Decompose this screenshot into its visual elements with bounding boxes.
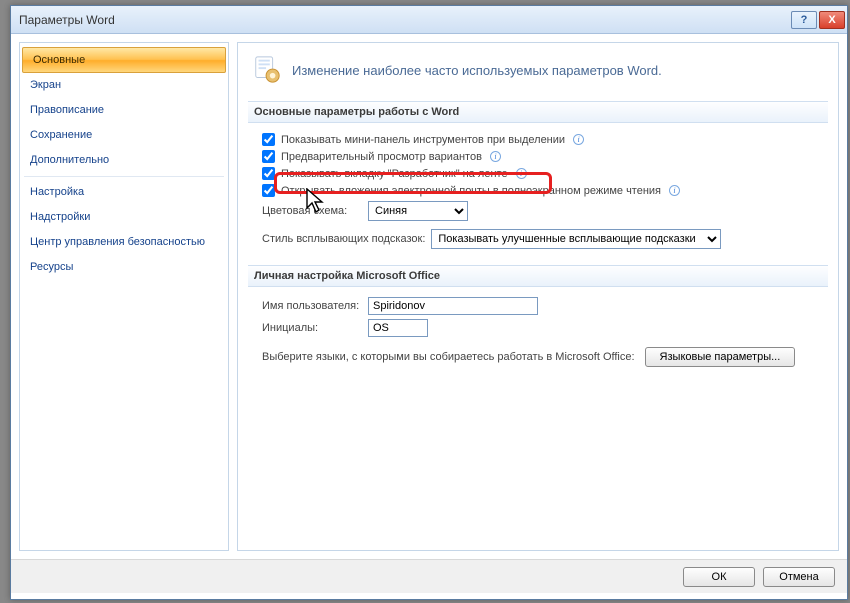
ok-button[interactable]: OК [683, 567, 755, 587]
window-buttons: ? X [791, 11, 845, 29]
sidebar: Основные Экран Правописание Сохранение Д… [19, 42, 229, 551]
checkbox-live-preview[interactable] [262, 150, 275, 163]
field-language: Выберите языки, с которыми вы собираетес… [248, 339, 828, 369]
settings-icon [252, 55, 282, 85]
window-title: Параметры Word [19, 13, 791, 27]
sidebar-item-addins[interactable]: Надстройки [20, 205, 228, 230]
field-screentips: Стиль всплывающих подсказок: Показывать … [248, 223, 828, 251]
language-settings-button[interactable]: Языковые параметры... [645, 347, 796, 367]
heading-row: Изменение наиболее часто используемых па… [248, 49, 828, 95]
select-color-scheme[interactable]: Синяя [368, 201, 468, 221]
help-button[interactable]: ? [791, 11, 817, 29]
sidebar-item-advanced[interactable]: Дополнительно [20, 148, 228, 173]
info-icon[interactable]: i [669, 185, 680, 196]
option-live-preview: Предварительный просмотр вариантов i [248, 148, 828, 165]
sidebar-item-display[interactable]: Экран [20, 73, 228, 98]
sidebar-item-proofing[interactable]: Правописание [20, 98, 228, 123]
select-screentips[interactable]: Показывать улучшенные всплывающие подска… [431, 229, 721, 249]
checkbox-developer-tab[interactable] [262, 167, 275, 180]
sidebar-item-resources[interactable]: Ресурсы [20, 255, 228, 280]
field-initials: Инициалы: [248, 317, 828, 339]
sidebar-item-trust-center[interactable]: Центр управления безопасностью [20, 230, 228, 255]
option-developer-tab: Показывать вкладку "Разработчик" на лент… [248, 165, 828, 182]
option-fullscreen-reading: Открывать вложения электронной почты в п… [248, 182, 828, 199]
section-personal: Личная настройка Microsoft Office [248, 265, 828, 287]
dialog-footer: OК Отмена [11, 559, 847, 593]
option-mini-toolbar: Показывать мини-панель инструментов при … [248, 131, 828, 148]
field-username: Имя пользователя: [248, 295, 828, 317]
cancel-button[interactable]: Отмена [763, 567, 835, 587]
sidebar-item-general[interactable]: Основные [22, 47, 226, 73]
checkbox-fullscreen-reading[interactable] [262, 184, 275, 197]
titlebar: Параметры Word ? X [11, 6, 847, 34]
sidebar-item-customize[interactable]: Настройка [20, 180, 228, 205]
content-panel: Изменение наиболее часто используемых па… [237, 42, 839, 551]
heading-text: Изменение наиболее часто используемых па… [292, 63, 662, 78]
input-initials[interactable] [368, 319, 428, 337]
sidebar-separator [24, 176, 224, 177]
close-button[interactable]: X [819, 11, 845, 29]
section-general-options: Основные параметры работы с Word [248, 101, 828, 123]
checkbox-mini-toolbar[interactable] [262, 133, 275, 146]
info-icon[interactable]: i [490, 151, 501, 162]
info-icon[interactable]: i [516, 168, 527, 179]
dialog-body: Основные Экран Правописание Сохранение Д… [11, 34, 847, 559]
input-username[interactable] [368, 297, 538, 315]
info-icon[interactable]: i [573, 134, 584, 145]
sidebar-item-save[interactable]: Сохранение [20, 123, 228, 148]
word-options-dialog: Параметры Word ? X Основные Экран Правоп… [10, 5, 848, 600]
field-color-scheme: Цветовая схема: Синяя [248, 199, 828, 223]
